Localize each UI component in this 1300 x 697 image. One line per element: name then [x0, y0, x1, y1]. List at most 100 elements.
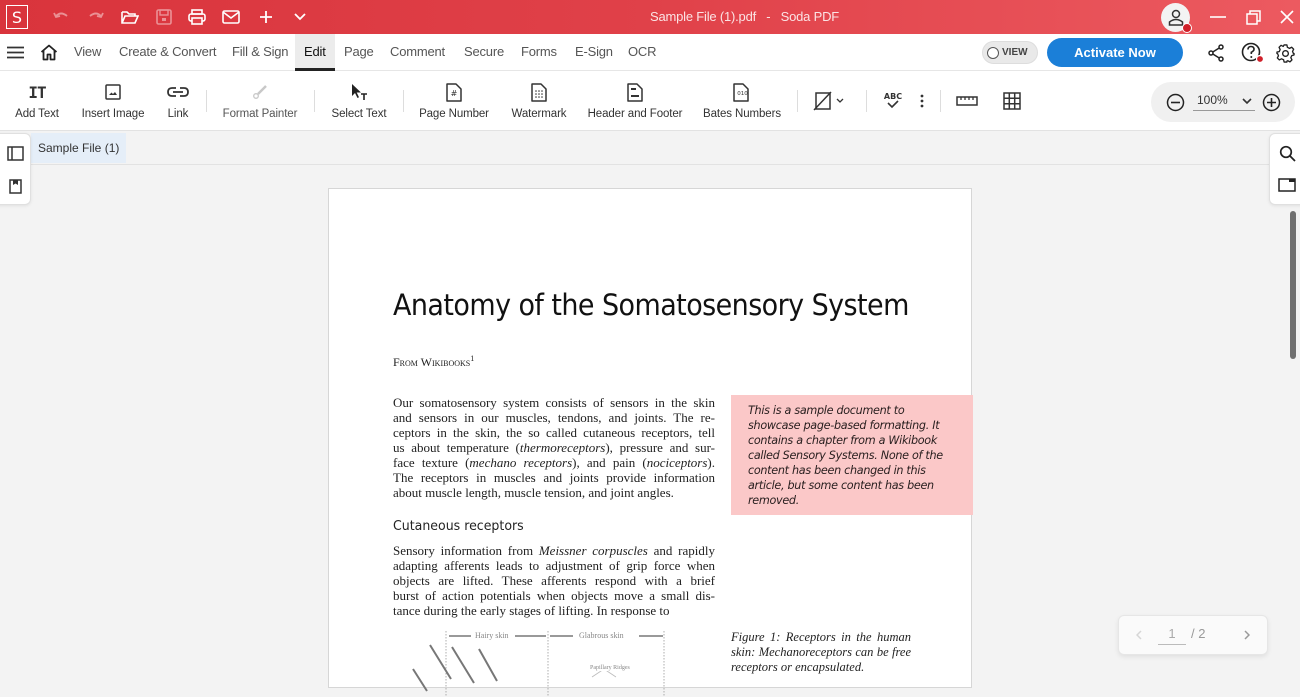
tab-comment[interactable]: Comment: [390, 34, 445, 71]
properties-panel-icon[interactable]: [1277, 176, 1297, 194]
total-pages: / 2: [1191, 626, 1206, 641]
tab-view[interactable]: View: [74, 34, 101, 71]
share-icon[interactable]: [1206, 43, 1226, 63]
hamburger-menu-icon[interactable]: [6, 44, 24, 60]
text-line: Our somatosensory system consists of sen…: [393, 395, 715, 410]
settings-gear-icon[interactable]: [1275, 43, 1295, 63]
tab-forms[interactable]: Forms: [521, 34, 557, 71]
insert-image-button[interactable]: Insert Image: [80, 71, 146, 131]
text-line: and sensors in our muscles, tendons, and…: [393, 410, 715, 425]
toolbar-separator: [797, 90, 798, 112]
select-text-button[interactable]: Select Text: [330, 71, 388, 131]
papillary-ridges-label: Papillary Ridges: [587, 665, 633, 671]
tab-esign[interactable]: E-Sign: [575, 34, 613, 71]
thumbnails-panel-icon[interactable]: [6, 144, 24, 162]
document-tabs: Sample File (1): [31, 131, 1271, 165]
figure-caption: Figure 1: Receptors in the human skin: M…: [731, 630, 911, 674]
text-line: us about temperature (thermoreceptors), …: [393, 440, 716, 455]
svg-text:ABC: ABC: [884, 92, 902, 101]
pdf-page: Anatomy of the Somatosensory System From…: [328, 188, 973, 697]
redo-icon[interactable]: [84, 5, 108, 29]
text-line: ceptors in the skin, the so called cutan…: [393, 425, 715, 440]
tab-ocr[interactable]: OCR: [628, 34, 656, 71]
ruler-icon[interactable]: [955, 91, 979, 111]
chevron-left-icon: [1136, 630, 1142, 640]
help-icon[interactable]: [1241, 42, 1265, 64]
header-footer-icon: [627, 79, 643, 105]
left-side-panel: [0, 133, 31, 205]
tab-page[interactable]: Page: [344, 34, 374, 71]
title-bar: S Sample File (1).pdf - Soda PDF: [0, 0, 1300, 34]
glabrous-skin-label: Glabrous skin: [576, 631, 627, 640]
section-heading: Cutaneous receptors: [393, 518, 524, 534]
text-line: The receptors in muscles and joints prov…: [393, 470, 715, 485]
add-text-button[interactable]: IT Add Text: [14, 71, 60, 131]
svg-text:#: #: [451, 89, 458, 98]
window-title: Sample File (1).pdf - Soda PDF: [650, 9, 839, 24]
sample-note-box: This is a sample document to showcase pa…: [731, 395, 973, 515]
zoom-in-icon[interactable]: [1261, 92, 1281, 112]
tab-fill-sign[interactable]: Fill & Sign: [232, 34, 289, 71]
chevron-down-icon: [1242, 98, 1252, 105]
text-line: Sensory information from Meissner corpus…: [393, 543, 715, 558]
header-footer-button[interactable]: Header and Footer: [588, 71, 683, 131]
close-button[interactable]: [1275, 5, 1299, 29]
cutaneous-paragraph: Sensory information from Meissner corpus…: [393, 543, 715, 618]
zoom-control: 100%: [1151, 82, 1295, 122]
user-avatar[interactable]: [1161, 3, 1192, 33]
bookmarks-panel-icon[interactable]: [7, 177, 23, 195]
view-mode-toggle[interactable]: VIEW: [982, 41, 1038, 64]
page-number-icon: #: [446, 79, 462, 105]
hairy-skin-label: Hairy skin: [472, 631, 512, 640]
previous-page-button[interactable]: [1133, 628, 1145, 642]
new-icon[interactable]: [254, 5, 278, 29]
link-button[interactable]: Link: [163, 71, 193, 131]
tab-secure[interactable]: Secure: [464, 34, 504, 71]
toolbar-separator: [314, 90, 315, 112]
tab-create-convert[interactable]: Create & Convert: [119, 34, 216, 71]
minimize-button[interactable]: [1206, 5, 1230, 29]
watermark-button[interactable]: Watermark: [510, 71, 568, 131]
svg-text:010: 010: [737, 91, 748, 97]
toolbar-separator: [866, 90, 867, 112]
text-line: face texture (mechano receptors), and pa…: [393, 455, 716, 470]
open-folder-icon[interactable]: [118, 5, 142, 29]
zoom-out-icon[interactable]: [1165, 92, 1185, 112]
undo-icon[interactable]: [49, 5, 73, 29]
skin-receptors-figure: [412, 631, 665, 697]
bates-numbers-icon: 010: [733, 79, 751, 105]
chevron-right-icon: [1244, 630, 1250, 640]
page-number-button[interactable]: # Page Number: [419, 71, 489, 131]
vertical-scrollbar[interactable]: [1290, 211, 1296, 359]
home-icon[interactable]: [39, 43, 59, 61]
email-icon[interactable]: [219, 5, 243, 29]
document-tab[interactable]: Sample File (1): [31, 133, 127, 163]
spell-check-button[interactable]: ABC: [881, 89, 905, 113]
document-source: From Wikibooks1: [393, 354, 475, 369]
tab-edit[interactable]: Edit: [295, 34, 335, 71]
current-page-input[interactable]: 1: [1158, 626, 1186, 645]
zoom-level-select[interactable]: 100%: [1193, 93, 1255, 111]
activate-now-button[interactable]: Activate Now: [1047, 38, 1183, 67]
next-page-button[interactable]: [1241, 628, 1253, 642]
text-line: objects are lifted. These afferents resp…: [393, 573, 715, 588]
text-line: burst of action potentials when objects …: [393, 588, 715, 603]
search-icon[interactable]: [1277, 143, 1297, 163]
grid-icon[interactable]: [1001, 90, 1023, 112]
text-line: adapting afferents leads to adjustment o…: [393, 558, 715, 573]
user-icon: [1168, 9, 1183, 26]
toolbar-separator: [940, 90, 941, 112]
bates-numbers-button[interactable]: 010 Bates Numbers: [702, 71, 782, 131]
page-navigator: 1 / 2: [1118, 615, 1268, 655]
save-icon[interactable]: [152, 5, 176, 29]
insert-image-icon: [105, 79, 121, 105]
restore-button[interactable]: [1241, 5, 1265, 29]
quick-access-dropdown-icon[interactable]: [288, 5, 312, 29]
toolbar-separator: [403, 90, 404, 112]
redact-dropdown-button[interactable]: [812, 90, 848, 112]
document-title: Anatomy of the Somatosensory System: [393, 288, 909, 322]
print-icon[interactable]: [185, 5, 209, 29]
format-painter-button[interactable]: Format Painter: [221, 71, 299, 131]
select-text-icon: [350, 79, 368, 105]
more-options-icon[interactable]: [915, 91, 929, 111]
